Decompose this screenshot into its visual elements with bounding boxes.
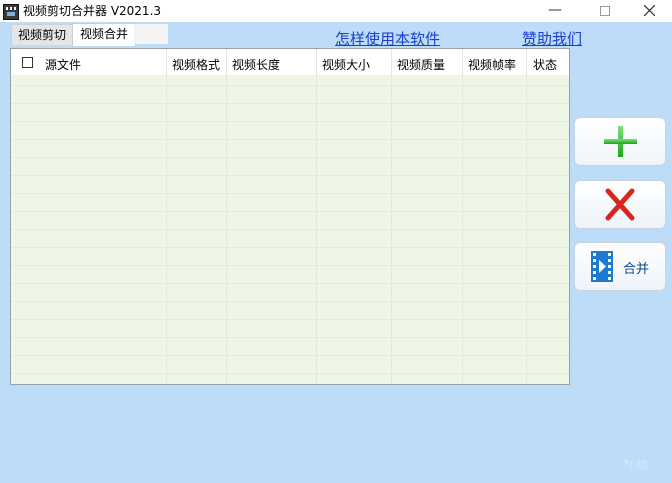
column-header-source-file[interactable]: 源文件	[45, 56, 81, 73]
select-all-checkbox[interactable]	[22, 57, 33, 68]
column-header-framerate[interactable]: 视频帧率	[468, 56, 516, 73]
column-header-quality[interactable]: 视频质量	[397, 56, 445, 73]
column-divider	[526, 49, 527, 384]
column-divider	[166, 49, 167, 384]
close-button[interactable]	[626, 0, 672, 22]
merge-button-label: 合并	[623, 262, 650, 277]
window-title: 视频剪切合并器 V2021.3	[23, 4, 162, 18]
app-icon	[3, 4, 19, 20]
column-divider	[391, 49, 392, 384]
remove-file-button[interactable]	[574, 180, 666, 229]
close-icon	[643, 4, 655, 17]
minimize-button[interactable]: —	[532, 0, 578, 22]
add-file-button[interactable]	[574, 117, 666, 166]
column-divider	[226, 49, 227, 384]
column-header-format[interactable]: 视频格式	[172, 56, 220, 73]
maximize-button[interactable]	[582, 0, 628, 22]
donate-link[interactable]: 赞助我们	[522, 28, 582, 49]
maximize-icon	[600, 6, 610, 16]
tab-video-cut[interactable]: 视频剪切	[11, 24, 73, 45]
column-header-size[interactable]: 视频大小	[322, 56, 370, 73]
title-bar: 视频剪切合并器 V2021.3 —	[0, 0, 672, 22]
column-divider	[316, 49, 317, 384]
tab-video-merge[interactable]: 视频合并	[72, 23, 136, 46]
column-header-length[interactable]: 视频长度	[232, 56, 280, 73]
film-play-icon	[591, 251, 613, 282]
x-icon	[605, 188, 635, 221]
column-divider	[462, 49, 463, 384]
watermark: 为 动	[622, 458, 648, 471]
merge-button[interactable]: 合并	[574, 242, 666, 291]
howto-link[interactable]: 怎样使用本软件	[335, 28, 440, 49]
file-list-table[interactable]: 源文件 视频格式 视频长度 视频大小 视频质量 视频帧率 状态	[10, 48, 570, 385]
column-header-status[interactable]: 状态	[533, 56, 557, 73]
plus-icon	[604, 126, 637, 157]
tab-strip	[134, 24, 168, 44]
